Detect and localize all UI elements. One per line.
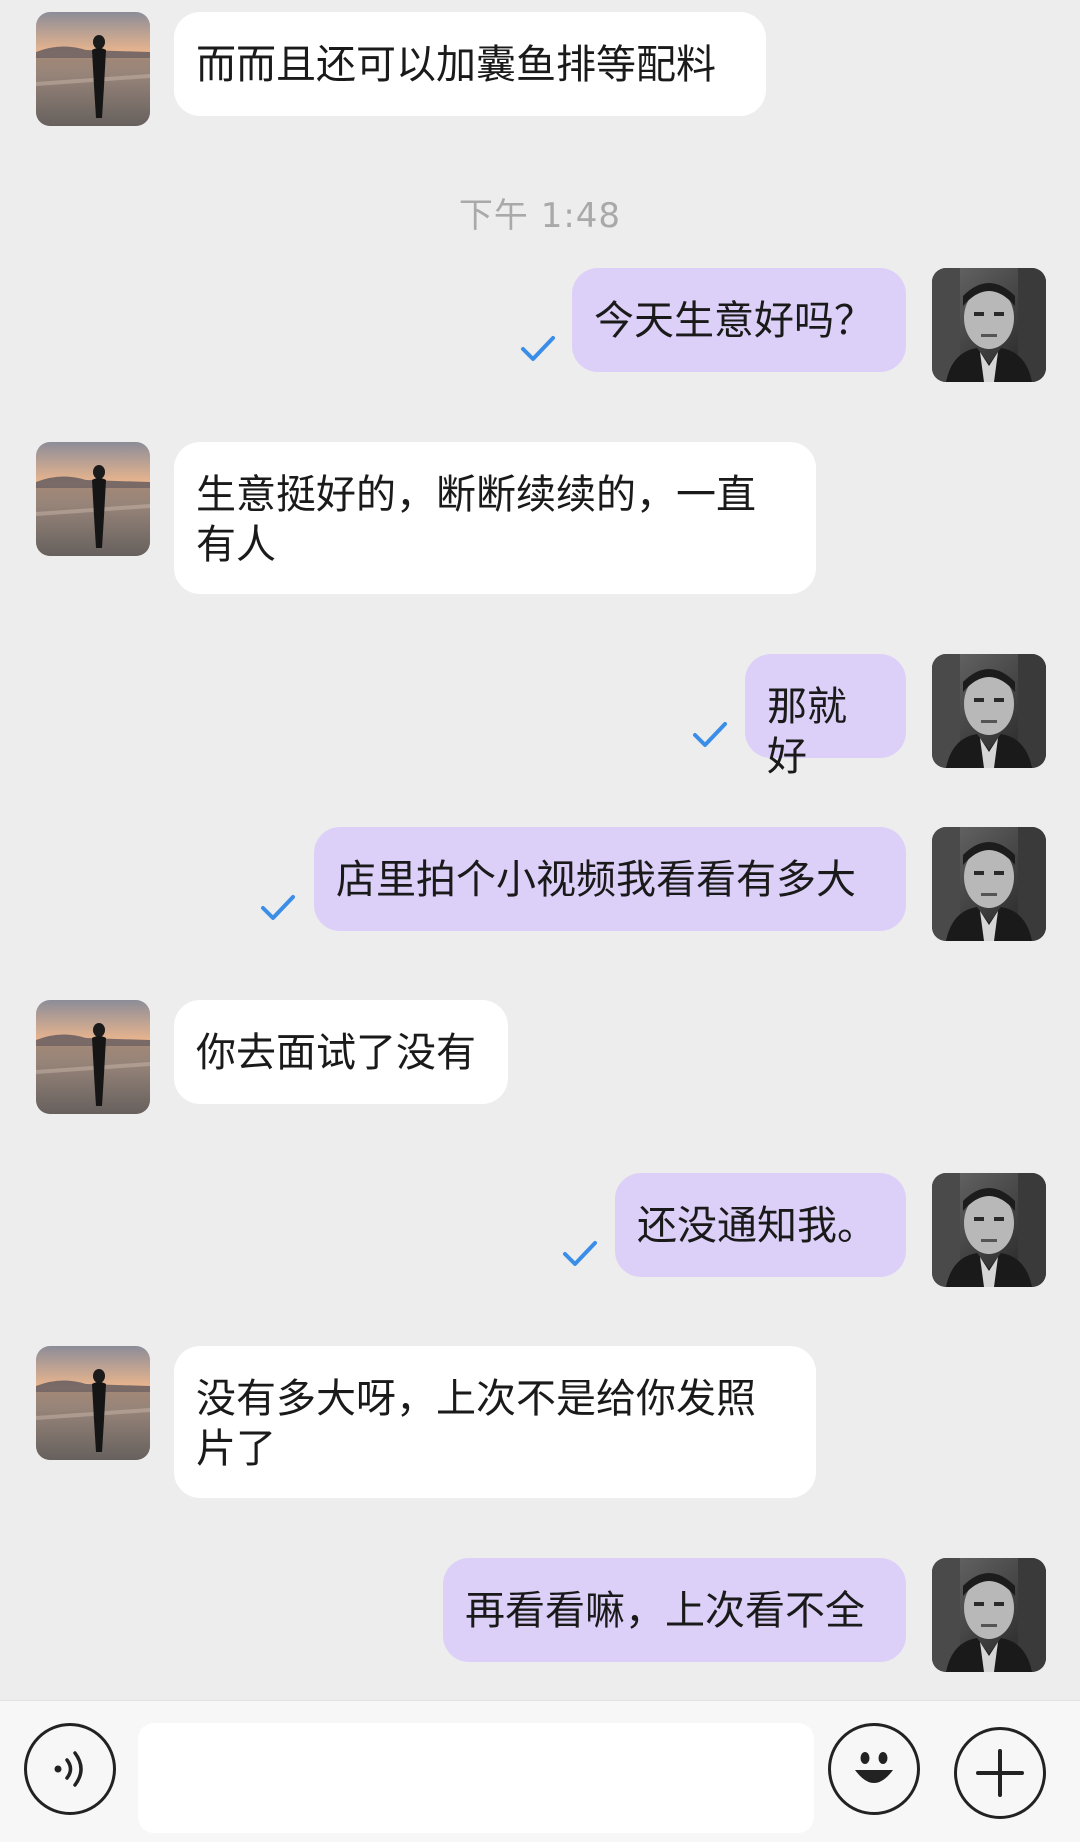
my-avatar[interactable] bbox=[932, 654, 1046, 768]
message-bubble[interactable]: 店里拍个小视频我看看有多大 bbox=[314, 827, 906, 931]
message-text: 你去面试了没有 bbox=[196, 1030, 476, 1076]
input-bar bbox=[0, 1700, 1080, 1842]
message-row: 再看看嘛，上次看不全 bbox=[0, 1558, 1080, 1672]
message-text: 再看看嘛，上次看不全 bbox=[465, 1588, 865, 1634]
read-check-icon bbox=[260, 893, 296, 923]
contact-avatar[interactable] bbox=[36, 442, 150, 556]
message-bubble[interactable]: 再看看嘛，上次看不全 bbox=[443, 1558, 906, 1662]
my-avatar[interactable] bbox=[932, 827, 1046, 941]
message-bubble[interactable]: 生意挺好的，断断续续的，一直有人 bbox=[174, 442, 816, 594]
message-input[interactable] bbox=[138, 1723, 814, 1833]
message-row: 你去面试了没有 bbox=[0, 1000, 1080, 1114]
message-row: 还没通知我。 bbox=[0, 1173, 1080, 1287]
emoji-icon bbox=[855, 1752, 893, 1783]
message-text: 店里拍个小视频我看看有多大 bbox=[336, 857, 856, 903]
contact-avatar[interactable] bbox=[36, 1346, 150, 1460]
message-row: 今天生意好吗？ bbox=[0, 268, 1080, 382]
read-check-icon bbox=[692, 720, 728, 750]
plus-button[interactable] bbox=[954, 1727, 1046, 1819]
voice-icon bbox=[54, 1751, 83, 1787]
message-row: 店里拍个小视频我看看有多大 bbox=[0, 827, 1080, 941]
contact-avatar[interactable] bbox=[36, 1000, 150, 1114]
message-row: 而而且还可以加囊鱼排等配料 bbox=[0, 12, 1080, 126]
message-row: 没有多大呀，上次不是给你发照片了 bbox=[0, 1346, 1080, 1498]
plus-icon bbox=[976, 1749, 1024, 1797]
message-bubble[interactable]: 还没通知我。 bbox=[615, 1173, 906, 1277]
message-row: 生意挺好的，断断续续的，一直有人 bbox=[0, 442, 1080, 594]
emoji-button[interactable] bbox=[828, 1723, 920, 1815]
message-text: 生意挺好的，断断续续的，一直有人 bbox=[196, 472, 756, 568]
message-text: 今天生意好吗？ bbox=[594, 298, 874, 344]
read-check-icon bbox=[520, 334, 556, 364]
message-bubble[interactable]: 没有多大呀，上次不是给你发照片了 bbox=[174, 1346, 816, 1498]
message-text: 还没通知我。 bbox=[637, 1203, 877, 1249]
message-bubble[interactable]: 今天生意好吗？ bbox=[572, 268, 906, 372]
timestamp: 下午 1:48 bbox=[458, 196, 622, 236]
message-bubble[interactable]: 而而且还可以加囊鱼排等配料 bbox=[174, 12, 766, 116]
voice-button[interactable] bbox=[24, 1723, 116, 1815]
my-avatar[interactable] bbox=[932, 1558, 1046, 1672]
message-bubble[interactable]: 那就好 bbox=[745, 654, 906, 780]
chat-area[interactable]: 而而且还可以加囊鱼排等配料 下午 1:48 今天生意好吗？ 生意挺好的，断断续续… bbox=[0, 0, 1080, 1700]
message-row: 那就好 bbox=[0, 654, 1080, 780]
message-text: 而而且还可以加囊鱼排等配料 bbox=[196, 42, 716, 88]
contact-avatar[interactable] bbox=[36, 12, 150, 126]
my-avatar[interactable] bbox=[932, 1173, 1046, 1287]
message-bubble[interactable]: 你去面试了没有 bbox=[174, 1000, 508, 1104]
read-check-icon bbox=[562, 1239, 598, 1269]
my-avatar[interactable] bbox=[932, 268, 1046, 382]
message-text: 那就好 bbox=[767, 684, 847, 780]
message-text: 没有多大呀，上次不是给你发照片了 bbox=[196, 1376, 756, 1472]
